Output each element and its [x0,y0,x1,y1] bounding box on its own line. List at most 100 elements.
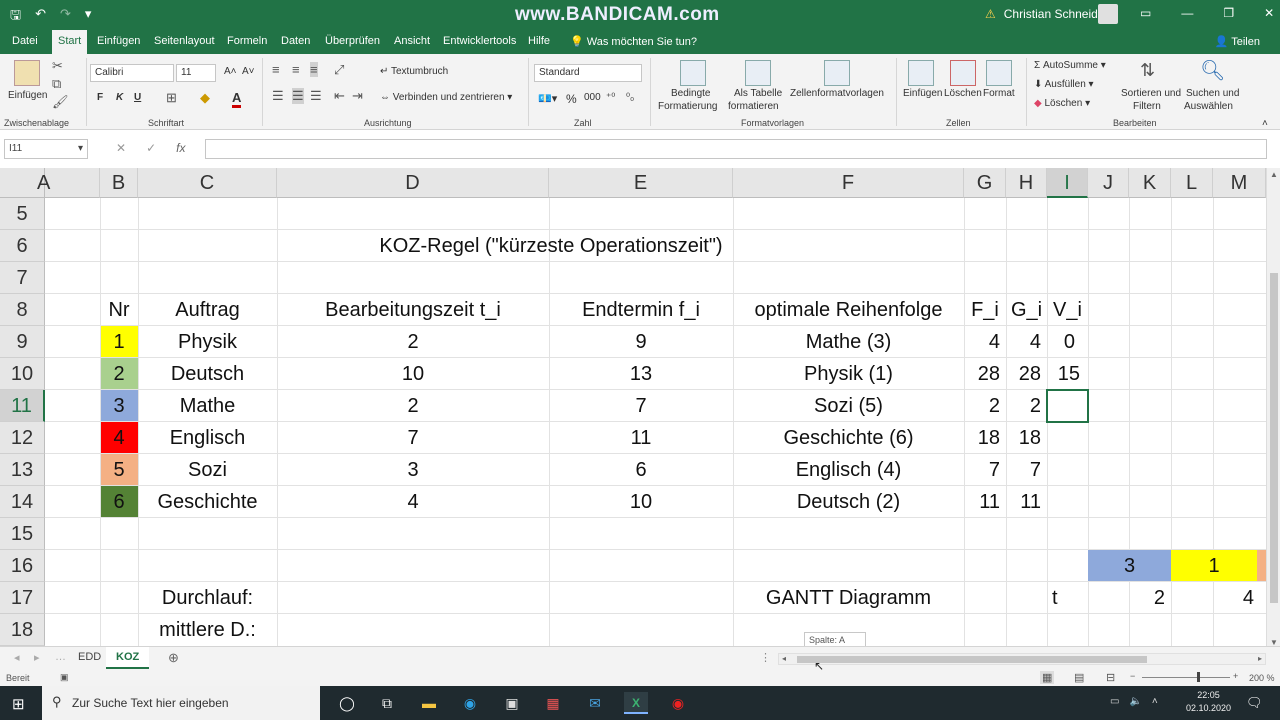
clear-button[interactable]: ◆ Löschen ▾ [1034,98,1090,109]
edge-icon[interactable]: ◉ [458,692,482,714]
scroll-up-icon[interactable]: ▲ [1270,170,1278,179]
cell-t[interactable]: 7 [277,422,549,454]
cell-t[interactable]: 4 [277,486,549,518]
align-left-icon[interactable]: ☰ [272,88,284,104]
thousands-icon[interactable]: 000 [584,92,601,103]
paste-button[interactable]: Einfügen [8,90,47,101]
percent-icon[interactable]: % [566,92,577,106]
cell-gi[interactable]: 28 [1006,358,1047,390]
restore-button[interactable]: ❐ [1223,6,1234,20]
increase-decimal-icon[interactable]: ⁺⁰ [606,92,615,103]
sort-filter-label[interactable]: Sortieren und [1121,88,1181,99]
user-account[interactable]: ⚠ Christian Schneider [985,7,1108,21]
cell-t[interactable]: 2 [277,326,549,358]
conditional-format-icon[interactable] [680,60,706,86]
tab-start[interactable]: Start [52,30,88,54]
vertical-scrollbar[interactable]: ▲ ▼ [1266,168,1280,651]
sheet-title[interactable]: KOZ-Regel ("kürzeste Operationszeit") [138,230,964,262]
active-cell-selection[interactable] [1046,389,1089,423]
tab-formeln[interactable]: Formeln [227,35,267,47]
cell-auftrag[interactable]: Mathe [138,390,277,422]
cell-auftrag[interactable]: Sozi [138,454,277,486]
gantt-t-label[interactable]: t [1052,582,1082,614]
zoom-slider-thumb[interactable] [1197,672,1200,682]
header-vi[interactable]: V_i [1047,294,1088,326]
page-break-icon[interactable]: ⊟ [1106,671,1115,684]
prev-sheet-icon[interactable]: ◂ [14,651,20,664]
tab-split-handle[interactable]: ⋮ [760,651,771,664]
row-header-10[interactable]: 10 [0,358,45,390]
outdent-icon[interactable]: ⇥ [352,88,363,104]
cell-nr[interactable]: 2 [100,358,138,390]
cell-reihenfolge[interactable]: Sozi (5) [733,390,964,422]
save-icon[interactable]: 🖫 [10,6,21,28]
column-header-m[interactable]: M [1213,168,1266,198]
cell-t[interactable]: 3 [277,454,549,486]
format-as-table-icon[interactable] [745,60,771,86]
tab-einfuegen[interactable]: Einfügen [97,35,140,47]
next-sheet-icon[interactable]: ▸ [34,651,40,664]
notification-icon[interactable]: 🗨 [1246,695,1263,711]
more-sheets-icon[interactable]: … [55,651,66,663]
cell-styles-label[interactable]: Zellenformatvorlagen [790,88,884,99]
row-header-8[interactable]: 8 [0,294,45,326]
orientation-icon[interactable]: ⤢ [334,62,344,78]
row-header-9[interactable]: 9 [0,326,45,358]
gantt-tick[interactable]: 2 [1129,582,1171,614]
tell-me-search[interactable]: 💡 Was möchten Sie tun? [570,35,697,48]
cell-fi[interactable]: 18 [964,422,1006,454]
insert-cells-icon[interactable] [908,60,934,86]
sheet-tab-edd[interactable]: EDD [68,647,111,669]
tab-ueberpruefen[interactable]: Überprüfen [325,35,380,47]
search-icon[interactable]: 🔍︎ [1200,58,1225,83]
bandicam-icon[interactable]: ◉ [666,692,690,714]
cell-fi[interactable]: 28 [964,358,1006,390]
header-auftrag[interactable]: Auftrag [138,294,277,326]
conditional-format-label-2[interactable]: Formatierung [658,101,717,112]
wrap-text-button[interactable]: ↵ Textumbruch [380,66,448,77]
shrink-font-icon[interactable]: A˅ [242,66,255,77]
durchlauf-label[interactable]: Durchlauf: [138,582,277,614]
cell-reihenfolge[interactable]: Englisch (4) [733,454,964,486]
enter-icon[interactable]: ✓ [146,141,156,157]
row-header-12[interactable]: 12 [0,422,45,454]
header-fi[interactable]: F_i [964,294,1006,326]
cell-f[interactable]: 6 [549,454,733,486]
file-explorer-icon[interactable]: ▬ [417,692,441,714]
delete-cells-button[interactable]: Löschen [944,88,982,99]
scroll-right-icon[interactable]: ▸ [1258,654,1262,663]
minimize-button[interactable]: — [1181,6,1193,20]
volume-icon[interactable]: 🔈 [1129,696,1141,707]
zoom-in-icon[interactable]: + [1233,671,1238,681]
cell-reihenfolge[interactable]: Geschichte (6) [733,422,964,454]
merge-center-button[interactable]: ⇔ Verbinden und zentrieren ▾ [380,92,512,103]
italic-button[interactable]: K [116,92,123,103]
cancel-icon[interactable]: ✕ [116,141,126,157]
currency-icon[interactable]: 💶▾ [538,92,557,105]
sort-filter-icon[interactable]: ⇅ [1140,60,1155,81]
page-layout-icon[interactable]: ▤ [1074,671,1084,684]
scroll-thumb[interactable] [1270,273,1278,603]
windows-start-icon[interactable]: ⊞ [12,695,25,713]
row-header-7[interactable]: 7 [0,262,45,294]
column-header-d[interactable]: D [277,168,549,198]
app-grid-icon[interactable]: ▦ [541,692,565,714]
network-icon[interactable]: ▭ [1110,696,1119,707]
collapse-ribbon-icon[interactable]: ˄ [1262,118,1268,129]
cell-vi[interactable]: 0 [1047,326,1088,358]
cell-f[interactable]: 13 [549,358,733,390]
ribbon-display-icon[interactable]: ▭ [1140,6,1151,20]
column-header-h[interactable]: H [1006,168,1047,198]
column-header-e[interactable]: E [549,168,733,198]
formula-input[interactable] [205,139,1267,159]
cell-fi[interactable]: 7 [964,454,1006,486]
column-header-b[interactable]: B [100,168,138,198]
cell-t[interactable]: 10 [277,358,549,390]
format-cells-button[interactable]: Format [983,88,1015,99]
cell-nr[interactable]: 1 [100,326,138,358]
close-button[interactable]: ✕ [1264,6,1274,20]
normal-view-icon[interactable]: ▦ [1040,671,1055,684]
fill-color-icon[interactable]: ◆ [200,90,210,106]
row-header-6[interactable]: 6 [0,230,45,262]
tray-expand-icon[interactable]: ˄ [1152,696,1158,707]
